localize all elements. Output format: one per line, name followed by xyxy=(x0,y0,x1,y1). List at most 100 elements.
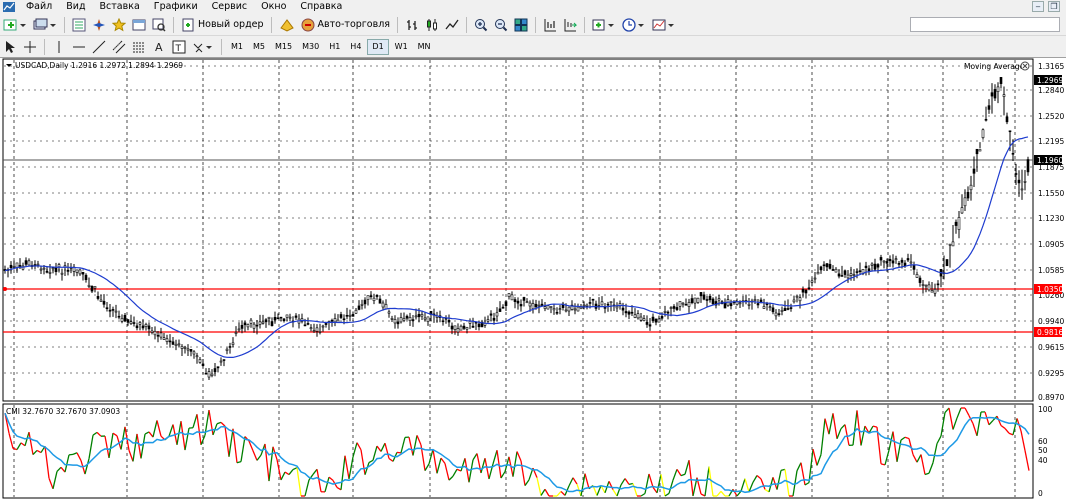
menu-tools[interactable]: Сервис xyxy=(205,0,255,14)
svg-text:60: 60 xyxy=(1038,437,1048,446)
window-controls: ‒ ❐ xyxy=(1032,1,1060,12)
indicators-icon xyxy=(592,19,614,30)
timeframe-h4[interactable]: H4 xyxy=(346,39,365,55)
svg-text:1.2840: 1.2840 xyxy=(1038,86,1064,95)
subwindow-header: CMI 32.7670 32.7670 37.0903 xyxy=(6,407,120,416)
menu-help[interactable]: Справка xyxy=(293,0,349,14)
cursor-icon xyxy=(6,40,15,53)
line-chart-button[interactable] xyxy=(443,16,461,34)
text-label-icon: T xyxy=(172,40,186,54)
cursor-button[interactable] xyxy=(1,38,19,56)
timeframe-m15[interactable]: M15 xyxy=(271,39,296,55)
profiles-icon xyxy=(33,18,56,29)
timeframe-w1[interactable]: W1 xyxy=(391,39,412,55)
auto-trading-button[interactable]: Авто-торговля xyxy=(299,16,392,34)
svg-text:100: 100 xyxy=(1038,405,1053,414)
zoom-out-button[interactable] xyxy=(492,16,510,34)
vertical-line-button[interactable] xyxy=(50,38,68,56)
text-button[interactable]: A xyxy=(150,38,168,56)
crosshair-button[interactable] xyxy=(21,38,39,56)
standard-toolbar: Новый ордер Авто-торговля xyxy=(0,14,1066,36)
text-icon: A xyxy=(155,41,163,54)
line-chart-icon xyxy=(445,19,459,29)
timeframe-d1[interactable]: D1 xyxy=(367,38,389,55)
terminal-icon xyxy=(132,19,146,30)
timeframe-h1[interactable]: H1 xyxy=(325,39,344,55)
minimize-icon[interactable]: ‒ xyxy=(1032,1,1044,12)
menu-window[interactable]: Окно xyxy=(254,0,293,14)
svg-text:1.1550: 1.1550 xyxy=(1038,189,1064,198)
tile-windows-button[interactable] xyxy=(512,16,530,34)
svg-text:50: 50 xyxy=(1038,446,1048,455)
horizontal-line-icon xyxy=(73,46,85,47)
navigator-button[interactable] xyxy=(90,16,108,34)
close-indicator-icon[interactable] xyxy=(1020,61,1030,71)
new-chart-button[interactable] xyxy=(1,16,29,34)
menu-bar: Файл Вид Вставка Графики Сервис Окно Спр… xyxy=(0,0,1066,14)
horizontal-line-button[interactable] xyxy=(70,38,88,56)
vertical-line-icon xyxy=(58,40,60,53)
menu-view[interactable]: Вид xyxy=(59,0,92,14)
autoscroll-icon xyxy=(564,18,577,31)
search-input[interactable] xyxy=(910,17,1060,32)
text-label-button[interactable]: T xyxy=(170,38,188,56)
svg-text:1.2195: 1.2195 xyxy=(1038,137,1064,146)
new-order-button[interactable]: Новый ордер xyxy=(179,16,266,34)
svg-text:1.3165: 1.3165 xyxy=(1038,62,1064,71)
fibonacci-button[interactable] xyxy=(130,38,148,56)
arrows-icon xyxy=(193,43,212,52)
svg-text:0.8970: 0.8970 xyxy=(1038,393,1064,402)
timeframe-mn[interactable]: MN xyxy=(414,39,435,55)
restore-icon[interactable]: ❐ xyxy=(1048,1,1060,12)
price-scale: 1.3165 1.2840 1.2520 1.2195 1.1875 1.155… xyxy=(1038,62,1064,402)
svg-text:0.9295: 0.9295 xyxy=(1038,369,1064,378)
app-icon xyxy=(3,2,15,12)
zoom-out-icon xyxy=(494,18,508,31)
line-studies-toolbar: A T M1 M5 M15 M30 H1 H4 D1 W1 MN xyxy=(0,36,1066,58)
arrows-button[interactable] xyxy=(190,38,216,56)
chart-shift-button[interactable] xyxy=(541,16,559,34)
menu-file[interactable]: Файл xyxy=(19,0,59,14)
svg-text:1.0905: 1.0905 xyxy=(1038,240,1064,249)
main-pane xyxy=(2,58,1034,402)
star-icon xyxy=(112,17,126,31)
hline-price-label: 1.1960 xyxy=(1037,156,1063,165)
magnifier-chart-icon xyxy=(152,18,166,32)
menu-insert[interactable]: Вставка xyxy=(93,0,147,14)
strategy-tester-button[interactable] xyxy=(150,16,168,34)
red-line-handle-icon[interactable] xyxy=(3,287,7,291)
indicator-pane xyxy=(2,403,1034,499)
market-watch-button[interactable] xyxy=(70,16,88,34)
menu-charts[interactable]: Графики xyxy=(147,0,205,14)
svg-text:1.1230: 1.1230 xyxy=(1038,214,1064,223)
red-lower-price-label: 0.9816 xyxy=(1037,328,1063,337)
clock-icon xyxy=(622,17,644,32)
indicators-button[interactable] xyxy=(590,16,618,34)
trendline-icon xyxy=(92,40,106,53)
timeframe-m30[interactable]: M30 xyxy=(298,39,323,55)
timeframe-m1[interactable]: M1 xyxy=(227,39,247,55)
chart-header: USDCAD,Daily 1.2916 1.2972 1.2894 1.2969 xyxy=(15,61,183,70)
profiles-button[interactable] xyxy=(31,16,59,34)
favorites-button[interactable] xyxy=(110,16,128,34)
zoom-in-button[interactable] xyxy=(472,16,490,34)
trendline-button[interactable] xyxy=(90,38,108,56)
metaeditor-button[interactable] xyxy=(277,16,297,34)
templates-button[interactable] xyxy=(650,16,678,34)
candlestick-icon xyxy=(426,18,437,31)
channel-button[interactable] xyxy=(110,38,128,56)
bar-chart-button[interactable] xyxy=(403,16,421,34)
timeframe-m5[interactable]: M5 xyxy=(249,39,269,55)
periods-button[interactable] xyxy=(620,16,648,34)
auto-trading-icon xyxy=(301,18,315,31)
crosshair-icon xyxy=(24,40,36,53)
price-chart[interactable]: USDCAD,Daily 1.2916 1.2972 1.2894 1.2969… xyxy=(0,58,1066,499)
current-price-label: 1.2969 xyxy=(1037,76,1063,85)
svg-text:0.9615: 0.9615 xyxy=(1038,343,1064,352)
chart-window[interactable]: USDCAD,Daily 1.2916 1.2972 1.2894 1.2969… xyxy=(0,58,1066,499)
candlestick-button[interactable] xyxy=(423,16,441,34)
chart-shift-icon xyxy=(544,18,556,31)
new-order-icon xyxy=(182,18,194,31)
autoscroll-button[interactable] xyxy=(561,16,579,34)
terminal-button[interactable] xyxy=(130,16,148,34)
